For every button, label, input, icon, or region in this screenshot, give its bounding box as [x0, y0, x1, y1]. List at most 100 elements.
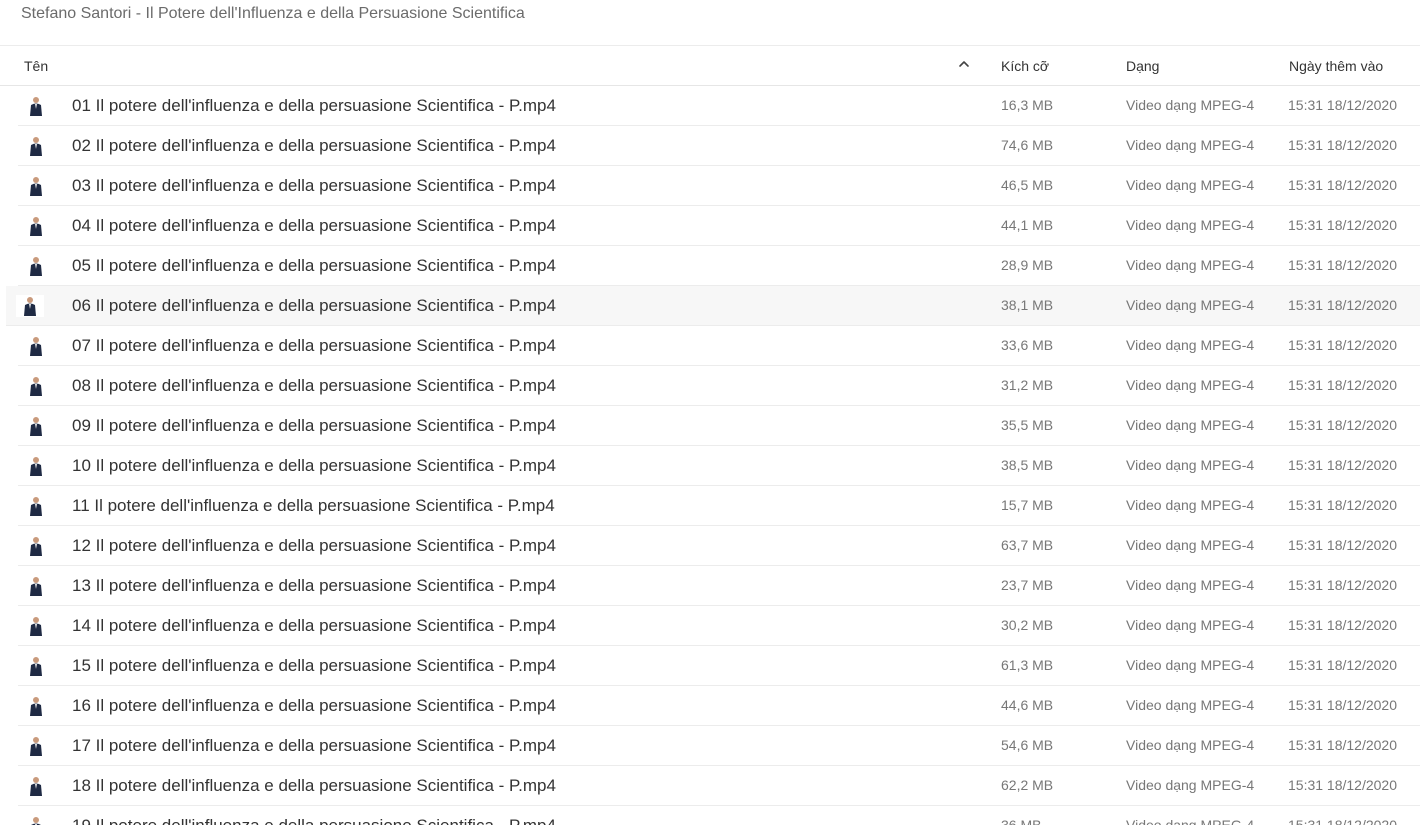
video-thumbnail-icon[interactable] [22, 575, 50, 597]
file-name[interactable]: 02 Il potere dell'influenza e della pers… [72, 136, 556, 156]
file-name[interactable]: 16 Il potere dell'influenza e della pers… [72, 696, 556, 716]
file-size: 38,1 MB [1001, 297, 1054, 313]
file-row[interactable]: 14 Il potere dell'influenza e della pers… [18, 606, 1420, 646]
file-row[interactable]: 02 Il potere dell'influenza e della pers… [18, 126, 1420, 166]
video-thumbnail-icon[interactable] [22, 215, 50, 237]
file-row[interactable]: 07 Il potere dell'influenza e della pers… [18, 326, 1420, 366]
file-row[interactable]: 03 Il potere dell'influenza e della pers… [18, 166, 1420, 206]
file-date-added: 15:31 18/12/2020 [1288, 177, 1397, 193]
file-name[interactable]: 07 Il potere dell'influenza e della pers… [72, 336, 556, 356]
file-type: Video dạng MPEG-4 [1126, 177, 1255, 193]
file-row[interactable]: 10 Il potere dell'influenza e della pers… [18, 446, 1420, 486]
video-thumbnail-icon[interactable] [22, 415, 50, 437]
file-size: 16,3 MB [1001, 97, 1054, 113]
video-thumbnail-icon[interactable] [22, 135, 50, 157]
file-row[interactable]: 16 Il potere dell'influenza e della pers… [18, 686, 1420, 726]
file-size: 23,7 MB [1001, 577, 1054, 593]
file-browser: Stefano Santori - Il Potere dell'Influen… [0, 0, 1420, 825]
video-thumbnail-icon[interactable] [22, 335, 50, 357]
file-name[interactable]: 19 Il potere dell'influenza e della pers… [72, 816, 556, 825]
video-thumbnail-icon[interactable] [22, 535, 50, 557]
video-thumbnail-icon[interactable] [22, 775, 50, 797]
file-name[interactable]: 08 Il potere dell'influenza e della pers… [72, 376, 556, 396]
file-name[interactable]: 17 Il potere dell'influenza e della pers… [72, 736, 556, 756]
file-name[interactable]: 14 Il potere dell'influenza e della pers… [72, 616, 556, 636]
video-thumbnail-icon[interactable] [22, 695, 50, 717]
file-type: Video dạng MPEG-4 [1126, 297, 1255, 313]
file-name[interactable]: 01 Il potere dell'influenza e della pers… [72, 96, 556, 116]
file-size: 28,9 MB [1001, 257, 1054, 273]
file-row[interactable]: 06 Il potere dell'influenza e della pers… [6, 286, 1420, 326]
file-type: Video dạng MPEG-4 [1126, 617, 1255, 633]
file-size: 30,2 MB [1001, 617, 1054, 633]
file-name[interactable]: 13 Il potere dell'influenza e della pers… [72, 576, 556, 596]
file-size: 35,5 MB [1001, 417, 1054, 433]
file-size: 74,6 MB [1001, 137, 1054, 153]
file-type: Video dạng MPEG-4 [1126, 537, 1255, 553]
file-type: Video dạng MPEG-4 [1126, 817, 1255, 825]
file-row[interactable]: 13 Il potere dell'influenza e della pers… [18, 566, 1420, 606]
file-type: Video dạng MPEG-4 [1126, 657, 1255, 673]
file-date-added: 15:31 18/12/2020 [1288, 737, 1397, 753]
video-thumbnail-icon[interactable] [22, 95, 50, 117]
file-name[interactable]: 04 Il potere dell'influenza e della pers… [72, 216, 556, 236]
file-type: Video dạng MPEG-4 [1126, 97, 1255, 113]
file-type: Video dạng MPEG-4 [1126, 577, 1255, 593]
video-thumbnail-icon[interactable] [22, 455, 50, 477]
file-date-added: 15:31 18/12/2020 [1288, 537, 1397, 553]
file-date-added: 15:31 18/12/2020 [1288, 417, 1397, 433]
file-date-added: 15:31 18/12/2020 [1288, 497, 1397, 513]
folder-title: Stefano Santori - Il Potere dell'Influen… [21, 5, 525, 22]
file-row[interactable]: 08 Il potere dell'influenza e della pers… [18, 366, 1420, 406]
file-date-added: 15:31 18/12/2020 [1288, 297, 1397, 313]
file-row[interactable]: 11 Il potere dell'influenza e della pers… [18, 486, 1420, 526]
file-row[interactable]: 09 Il potere dell'influenza e della pers… [18, 406, 1420, 446]
file-row[interactable]: 05 Il potere dell'influenza e della pers… [18, 246, 1420, 286]
file-date-added: 15:31 18/12/2020 [1288, 137, 1397, 153]
file-row[interactable]: 12 Il potere dell'influenza e della pers… [18, 526, 1420, 566]
file-type: Video dạng MPEG-4 [1126, 697, 1255, 713]
file-row[interactable]: 15 Il potere dell'influenza e della pers… [18, 646, 1420, 686]
file-type: Video dạng MPEG-4 [1126, 777, 1255, 793]
column-header-name[interactable]: Tên [24, 58, 48, 74]
video-thumbnail-icon[interactable] [22, 495, 50, 517]
file-row[interactable]: 19 Il potere dell'influenza e della pers… [18, 806, 1420, 825]
video-thumbnail-icon[interactable] [22, 615, 50, 637]
file-size: 38,5 MB [1001, 457, 1054, 473]
file-name[interactable]: 05 Il potere dell'influenza e della pers… [72, 256, 556, 276]
file-type: Video dạng MPEG-4 [1126, 417, 1255, 433]
chevron-up-icon[interactable] [957, 57, 971, 71]
video-thumbnail-icon[interactable] [22, 735, 50, 757]
file-name[interactable]: 12 Il potere dell'influenza e della pers… [72, 536, 556, 556]
file-size: 31,2 MB [1001, 377, 1054, 393]
file-row[interactable]: 17 Il potere dell'influenza e della pers… [18, 726, 1420, 766]
video-thumbnail-icon[interactable] [16, 295, 44, 317]
column-header-size[interactable]: Kích cỡ [1001, 58, 1049, 74]
file-date-added: 15:31 18/12/2020 [1288, 257, 1397, 273]
video-thumbnail-icon[interactable] [22, 375, 50, 397]
video-thumbnail-icon[interactable] [22, 175, 50, 197]
file-name[interactable]: 03 Il potere dell'influenza e della pers… [72, 176, 556, 196]
column-header-type[interactable]: Dạng [1126, 58, 1159, 74]
file-name[interactable]: 06 Il potere dell'influenza e della pers… [72, 296, 556, 316]
file-row[interactable]: 04 Il potere dell'influenza e della pers… [18, 206, 1420, 246]
file-size: 62,2 MB [1001, 777, 1054, 793]
file-name[interactable]: 11 Il potere dell'influenza e della pers… [72, 496, 555, 516]
file-date-added: 15:31 18/12/2020 [1288, 657, 1397, 673]
file-name[interactable]: 15 Il potere dell'influenza e della pers… [72, 656, 556, 676]
file-type: Video dạng MPEG-4 [1126, 737, 1255, 753]
file-date-added: 15:31 18/12/2020 [1288, 577, 1397, 593]
file-row[interactable]: 01 Il potere dell'influenza e della pers… [18, 86, 1420, 126]
video-thumbnail-icon[interactable] [22, 655, 50, 677]
file-name[interactable]: 09 Il potere dell'influenza e della pers… [72, 416, 556, 436]
file-name[interactable]: 18 Il potere dell'influenza e della pers… [72, 776, 556, 796]
file-name[interactable]: 10 Il potere dell'influenza e della pers… [72, 456, 556, 476]
file-size: 33,6 MB [1001, 337, 1054, 353]
file-row[interactable]: 18 Il potere dell'influenza e della pers… [18, 766, 1420, 806]
video-thumbnail-icon[interactable] [22, 255, 50, 277]
file-size: 15,7 MB [1001, 497, 1054, 513]
file-size: 44,1 MB [1001, 217, 1054, 233]
file-size: 44,6 MB [1001, 697, 1054, 713]
column-header-date-added[interactable]: Ngày thêm vào [1289, 58, 1383, 74]
video-thumbnail-icon[interactable] [22, 815, 50, 825]
